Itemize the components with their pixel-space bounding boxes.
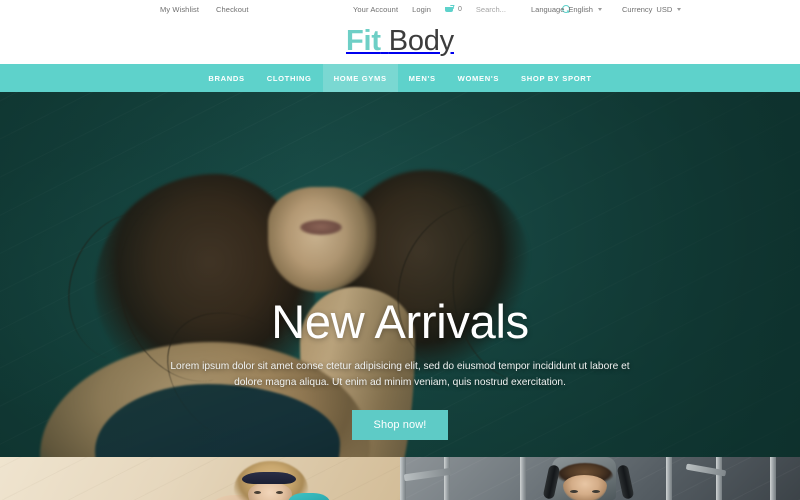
my-wishlist-link[interactable]: My Wishlist bbox=[160, 5, 199, 14]
login-link[interactable]: Login bbox=[412, 5, 431, 14]
nav-item-clothing[interactable]: CLOTHING bbox=[256, 64, 323, 92]
currency-label: Currency bbox=[621, 4, 653, 14]
checkout-link[interactable]: Checkout bbox=[216, 5, 249, 14]
search-input[interactable] bbox=[475, 4, 532, 14]
logo-text-secondary: Body bbox=[388, 24, 455, 57]
hero-subtitle: Lorem ipsum dolor sit amet conse ctetur … bbox=[170, 361, 630, 388]
chevron-down-icon bbox=[597, 7, 602, 11]
hero-content: New Arrivals Lorem ipsum dolor sit amet … bbox=[0, 92, 800, 457]
logo-bar: Fit Body bbox=[0, 18, 800, 64]
main-navigation: BRANDS CLOTHING HOME GYMS MEN'S WOMEN'S … bbox=[0, 64, 800, 92]
promo-banner-right[interactable] bbox=[400, 457, 800, 500]
cart-button[interactable]: 0 bbox=[444, 5, 462, 13]
cart-icon bbox=[444, 5, 454, 13]
language-value: English bbox=[568, 4, 593, 14]
top-utility-bar: My Wishlist Checkout Your Account Login … bbox=[0, 0, 800, 18]
language-selector[interactable]: Language English bbox=[531, 5, 602, 14]
hero-carousel: New Arrivals Lorem ipsum dolor sit amet … bbox=[0, 92, 800, 457]
language-label: Language bbox=[531, 4, 565, 14]
nav-item-womens[interactable]: WOMEN'S bbox=[447, 64, 510, 92]
your-account-link[interactable]: Your Account bbox=[353, 5, 398, 14]
promo-banner-row bbox=[0, 457, 800, 500]
topbar-left-links: My Wishlist Checkout bbox=[160, 5, 249, 14]
nav-item-home-gyms[interactable]: HOME GYMS bbox=[322, 64, 398, 92]
chevron-down-icon bbox=[677, 7, 682, 11]
shop-now-button[interactable]: Shop now! bbox=[351, 410, 449, 440]
nav-item-mens[interactable]: MEN'S bbox=[398, 64, 447, 92]
logo-text-primary: Fit bbox=[345, 24, 381, 57]
nav-item-shop-by-sport[interactable]: SHOP BY SPORT bbox=[510, 64, 603, 92]
promo-banner-left[interactable] bbox=[0, 457, 400, 500]
cart-count: 0 bbox=[457, 5, 462, 13]
hero-title: New Arrivals bbox=[271, 295, 529, 348]
currency-selector[interactable]: Currency USD bbox=[621, 4, 682, 14]
topbar-right-selectors: Language English Currency USD bbox=[531, 4, 682, 14]
site-logo[interactable]: Fit Body bbox=[345, 24, 455, 57]
currency-value: USD bbox=[656, 4, 673, 14]
nav-item-brands[interactable]: BRANDS bbox=[197, 64, 255, 92]
